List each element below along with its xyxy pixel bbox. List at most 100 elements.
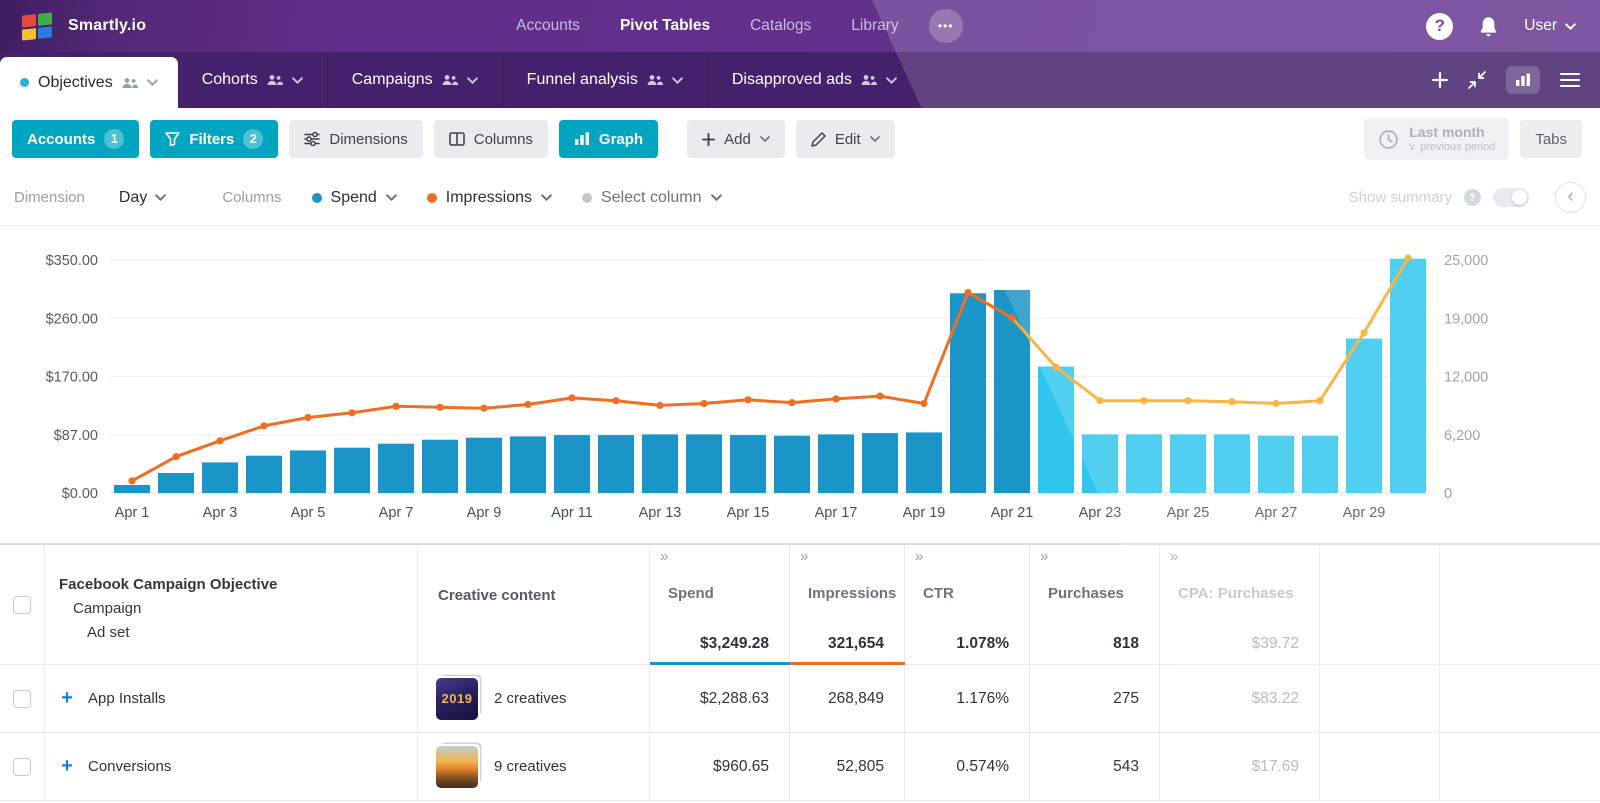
column-expand-icon[interactable]: » bbox=[1170, 548, 1178, 565]
controls-right: Show summary ? ‹ bbox=[1349, 182, 1586, 213]
tab-cohorts[interactable]: Cohorts bbox=[178, 52, 327, 108]
cell-value: 275 bbox=[1113, 690, 1139, 708]
toolbar: Accounts 1 Filters 2 Dimensions Columns bbox=[0, 108, 1600, 170]
row-select-cell bbox=[0, 733, 45, 801]
selector-label: Select column bbox=[601, 189, 702, 207]
creative-thumbnail[interactable] bbox=[436, 746, 478, 788]
svg-text:Apr 29: Apr 29 bbox=[1343, 505, 1386, 521]
chevron-down-icon bbox=[467, 77, 478, 84]
svg-text:Apr 13: Apr 13 bbox=[639, 505, 682, 521]
row-checkbox[interactable] bbox=[13, 758, 31, 776]
tab-funnel-analysis[interactable]: Funnel analysis bbox=[502, 52, 707, 108]
nav-item-accounts[interactable]: Accounts bbox=[516, 17, 580, 35]
plus-icon bbox=[702, 133, 715, 146]
svg-text:$87.00: $87.00 bbox=[54, 428, 98, 444]
cell-cpa-purchases: $83.22 bbox=[1160, 665, 1320, 733]
selector-label: Spend bbox=[331, 189, 377, 207]
menu-hamburger-icon[interactable] bbox=[1560, 72, 1580, 88]
series-color-dot bbox=[582, 193, 592, 203]
app-title: Smartly.io bbox=[68, 17, 146, 35]
people-icon bbox=[122, 77, 138, 89]
active-tab-dot bbox=[20, 78, 29, 87]
smartly-logo-icon[interactable] bbox=[22, 12, 52, 40]
view-tabs-bar: ObjectivesCohortsCampaignsFunnel analysi… bbox=[0, 52, 1600, 108]
cell-value: 52,805 bbox=[837, 758, 884, 776]
tab-campaigns[interactable]: Campaigns bbox=[327, 52, 502, 108]
nav-item-library[interactable]: Library bbox=[851, 17, 898, 35]
people-icon bbox=[267, 74, 283, 86]
header-filler-end bbox=[1440, 545, 1600, 665]
svg-text:6,200: 6,200 bbox=[1444, 428, 1480, 444]
people-icon bbox=[647, 74, 663, 86]
column-selector-impressions[interactable]: Impressions bbox=[427, 189, 552, 207]
cell-value: $83.22 bbox=[1252, 690, 1299, 708]
summary-value: 1.078% bbox=[956, 635, 1009, 653]
expand-row-icon[interactable]: + bbox=[59, 687, 75, 710]
period-comparison: v. previous period bbox=[1409, 141, 1495, 154]
column-expand-icon[interactable]: » bbox=[800, 548, 808, 565]
row-select-cell bbox=[0, 665, 45, 733]
select-all-checkbox[interactable] bbox=[13, 596, 31, 614]
more-menu-button[interactable]: ••• bbox=[929, 9, 963, 43]
svg-text:Apr 17: Apr 17 bbox=[815, 505, 858, 521]
svg-text:Apr 15: Apr 15 bbox=[727, 505, 770, 521]
help-tooltip-icon[interactable]: ? bbox=[1464, 189, 1481, 206]
add-tab-icon[interactable] bbox=[1432, 72, 1448, 88]
show-summary-toggle[interactable] bbox=[1493, 188, 1529, 207]
nav-item-catalogs[interactable]: Catalogs bbox=[750, 17, 811, 35]
row-filler bbox=[1320, 665, 1440, 733]
dimensions-button[interactable]: Dimensions bbox=[289, 120, 422, 158]
chevron-down-icon bbox=[292, 77, 303, 84]
dimension-select[interactable]: Day bbox=[119, 189, 166, 207]
row-name-cell-app-installs: +App Installs bbox=[45, 665, 418, 733]
people-icon bbox=[442, 74, 458, 86]
column-selector-select-column[interactable]: Select column bbox=[582, 189, 722, 207]
nav-item-pivot-tables[interactable]: Pivot Tables bbox=[620, 17, 710, 35]
creative-thumbnail[interactable]: 2019 bbox=[436, 678, 478, 720]
expand-row-icon[interactable]: + bbox=[59, 755, 75, 778]
svg-text:Apr 21: Apr 21 bbox=[991, 505, 1034, 521]
row-checkbox[interactable] bbox=[13, 690, 31, 708]
tab-objectives[interactable]: Objectives bbox=[0, 57, 178, 108]
chart-view-icon[interactable] bbox=[1506, 66, 1540, 94]
svg-text:19,000: 19,000 bbox=[1444, 311, 1488, 327]
notifications-bell-icon[interactable] bbox=[1479, 16, 1498, 37]
chart-svg: $350.00$260.00$170.00$87.00$0.0025,00019… bbox=[0, 226, 1600, 543]
row-filler-end bbox=[1440, 733, 1600, 801]
row-creative-cell: 20192 creatives bbox=[418, 665, 650, 733]
clock-icon bbox=[1378, 129, 1399, 150]
edit-button[interactable]: Edit bbox=[796, 120, 895, 158]
column-expand-icon[interactable]: » bbox=[1040, 548, 1048, 565]
user-menu[interactable]: User bbox=[1524, 17, 1576, 35]
columns-button[interactable]: Columns bbox=[434, 120, 548, 158]
collapse-panel-button[interactable]: ‹ bbox=[1555, 182, 1586, 213]
chevron-down-icon bbox=[870, 136, 880, 142]
accounts-button[interactable]: Accounts 1 bbox=[12, 120, 139, 158]
chevron-down-icon bbox=[886, 77, 897, 84]
tab-disapproved-ads[interactable]: Disapproved ads bbox=[707, 52, 921, 108]
svg-text:$0.00: $0.00 bbox=[62, 486, 98, 502]
collapse-view-icon[interactable] bbox=[1468, 71, 1486, 89]
row-creative-cell: 9 creatives bbox=[418, 733, 650, 801]
chart-area[interactable]: $350.00$260.00$170.00$87.00$0.0025,00019… bbox=[0, 226, 1600, 544]
tabs-button[interactable]: Tabs bbox=[1520, 120, 1582, 158]
column-header-ctr: »CTR1.078% bbox=[905, 545, 1030, 665]
row-name-cell-conversions: +Conversions bbox=[45, 733, 418, 801]
column-expand-icon[interactable]: » bbox=[660, 548, 668, 565]
column-expand-icon[interactable]: » bbox=[915, 548, 923, 565]
help-icon[interactable]: ? bbox=[1426, 13, 1453, 40]
cell-impressions: 52,805 bbox=[790, 733, 905, 801]
chevron-down-icon bbox=[147, 79, 158, 86]
cell-value: 543 bbox=[1113, 758, 1139, 776]
add-button[interactable]: Add bbox=[687, 120, 785, 158]
row-filler bbox=[1320, 733, 1440, 801]
pivot-table: Facebook Campaign ObjectiveCampaignAd se… bbox=[0, 544, 1600, 803]
cell-spend: $2,288.63 bbox=[650, 665, 790, 733]
graph-button[interactable]: Graph bbox=[559, 120, 658, 158]
graph-icon bbox=[574, 132, 590, 146]
header-filler bbox=[1320, 545, 1440, 665]
filters-button[interactable]: Filters 2 bbox=[150, 120, 278, 158]
column-selector-spend[interactable]: Spend bbox=[312, 189, 397, 207]
chevron-down-icon bbox=[672, 77, 683, 84]
date-range-selector[interactable]: Last month v. previous period bbox=[1364, 118, 1509, 160]
